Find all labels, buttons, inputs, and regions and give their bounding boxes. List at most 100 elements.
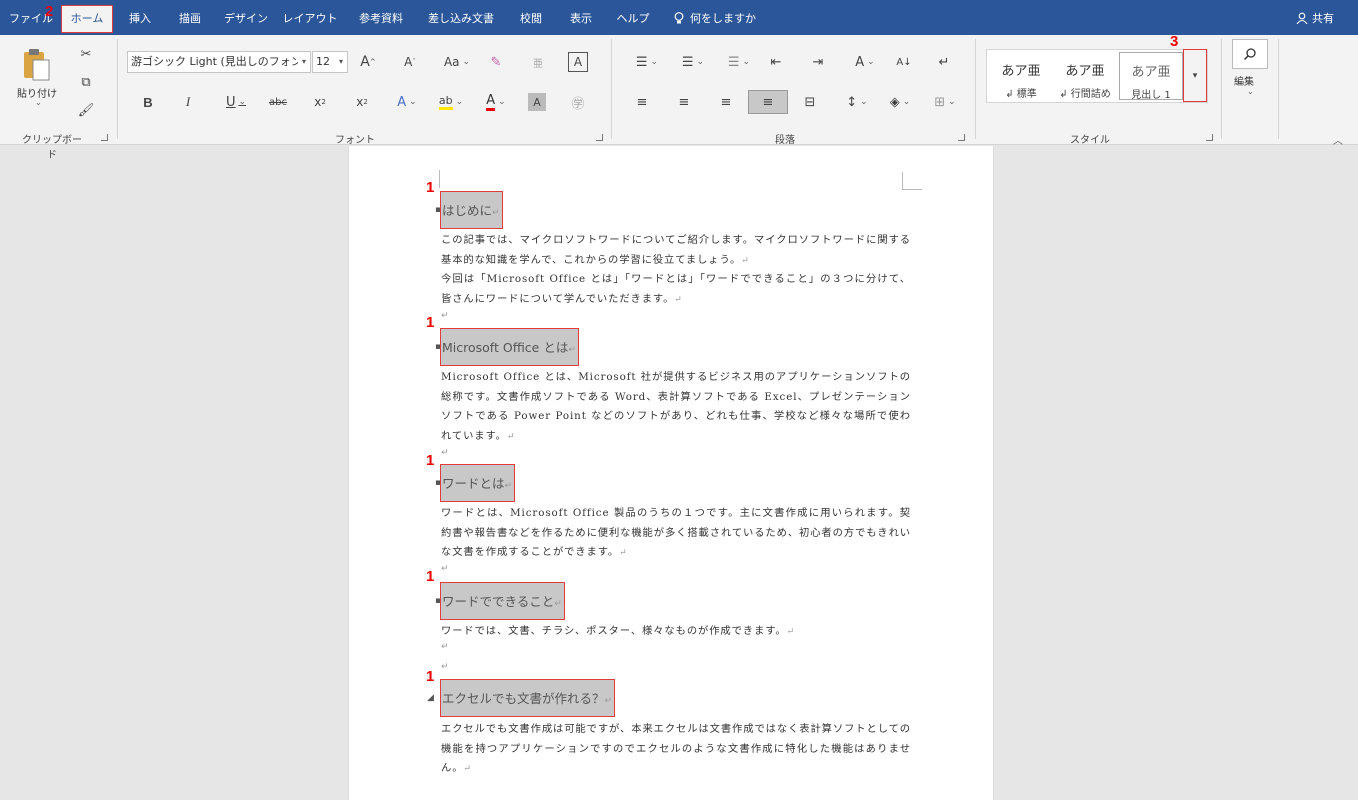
numbering-icon[interactable]: ☰	[676, 53, 710, 71]
paste-dropdown-icon[interactable]: ⌄	[35, 98, 42, 107]
share-button[interactable]: 共有	[1296, 5, 1334, 33]
body-paragraph[interactable]: エクセルでも文書作成は可能ですが、本来エクセルは文書作成ではなく表計算ソフトとし…	[441, 720, 911, 780]
heading-text: Microsoft Office とは	[442, 340, 569, 355]
subscript-button[interactable]: x2	[310, 93, 330, 111]
marker-heading: 1	[426, 314, 435, 331]
phonetic-guide-icon[interactable]: 亜	[528, 53, 548, 71]
align-left-icon[interactable]: ≡	[632, 93, 652, 111]
copy-icon[interactable]: ⧉	[76, 73, 96, 91]
tab-mailings[interactable]: 差し込み文書	[420, 5, 502, 33]
styles-launcher-icon[interactable]	[1206, 134, 1213, 141]
character-border-icon[interactable]: A	[568, 52, 588, 72]
superscript-button[interactable]: x2	[352, 93, 372, 111]
shading-icon[interactable]: ◈	[884, 93, 916, 111]
heading-1[interactable]: ワードとは↵	[440, 464, 516, 502]
chevron-down-icon: ▾	[298, 52, 310, 72]
format-painter-icon[interactable]: 🖌	[76, 101, 96, 119]
align-center-icon[interactable]: ≡	[674, 93, 694, 111]
tab-draw[interactable]: 描画	[168, 5, 212, 33]
tab-review[interactable]: 校閲	[510, 5, 552, 33]
character-shading-icon[interactable]: A	[528, 93, 546, 111]
heading-1[interactable]: エクセルでも文書が作れる？↵	[440, 679, 616, 717]
paragraph-launcher-icon[interactable]	[958, 134, 965, 141]
heading-1[interactable]: Microsoft Office とは↵	[440, 328, 579, 366]
highlight-color-button[interactable]: ab	[434, 93, 468, 111]
cut-icon[interactable]: ✂	[76, 45, 96, 63]
font-name-value: 游ゴシック Light (見出しのフォント - 日	[131, 55, 311, 68]
asian-layout-icon[interactable]: A	[850, 53, 880, 71]
return-mark: ↵	[604, 696, 613, 706]
font-size-combo[interactable]: 12 ▾	[312, 51, 348, 73]
shrink-font-label: A	[404, 55, 413, 69]
tab-references[interactable]: 参考資料	[350, 5, 412, 33]
tab-view[interactable]: 表示	[562, 5, 600, 33]
heading-1[interactable]: ワードでできること↵	[440, 582, 565, 620]
heading-1[interactable]: はじめに↵	[440, 191, 503, 229]
multilevel-list-icon[interactable]: ☰	[722, 53, 756, 71]
heading-text: エクセルでも文書が作れる？	[442, 691, 605, 706]
divider	[1221, 39, 1222, 139]
font-launcher-icon[interactable]	[596, 134, 603, 141]
paste-button[interactable]	[14, 41, 60, 89]
body-paragraph[interactable]: Microsoft Office とは、Microsoft 社が提供するビジネス…	[441, 368, 911, 447]
chevron-down-icon[interactable]: ⌄	[1247, 87, 1254, 96]
style-name: ↲ 行間詰め	[1059, 89, 1111, 100]
styles-group-label: スタイル	[1070, 135, 1110, 146]
collapse-ribbon-icon[interactable]: ︿	[1333, 132, 1343, 147]
editing-button[interactable]	[1232, 39, 1268, 69]
bold-button[interactable]: B	[138, 93, 158, 111]
styles-more-button[interactable]: ▾	[1183, 49, 1207, 102]
collapse-heading-icon[interactable]: ◢	[427, 693, 434, 703]
style-no-spacing[interactable]: あア亜 ↲ 行間詰め	[1053, 52, 1117, 100]
clipboard-launcher-icon[interactable]	[101, 134, 108, 141]
body-paragraph[interactable]: ワードでは、文書、チラシ、ポスター、様々なものが作成できます。↵	[441, 622, 911, 643]
marker-heading: 1	[426, 568, 435, 585]
tab-layout[interactable]: レイアウト	[280, 5, 340, 33]
decrease-indent-icon[interactable]: ⇤	[766, 53, 786, 71]
tab-insert[interactable]: 挿入	[120, 5, 160, 33]
bold-label: B	[143, 94, 153, 110]
grow-font-button[interactable]: A ^	[358, 53, 378, 71]
strikethrough-button[interactable]: abc	[266, 93, 290, 111]
tell-me-search[interactable]: 何をしますか	[674, 5, 756, 33]
style-sample: あア亜	[1131, 65, 1171, 80]
shrink-font-button[interactable]: Aˇ	[400, 53, 420, 71]
show-marks-icon[interactable]: ↵	[934, 53, 954, 71]
return-mark: ↵	[554, 599, 562, 609]
return-mark: ↵	[492, 208, 500, 218]
ribbon-home: 貼り付け ⌄ ✂ ⧉ 🖌 クリップボード 游ゴシック Light (見出しのフォ…	[0, 35, 1358, 161]
style-sample: あア亜	[1065, 64, 1105, 79]
line-spacing-icon[interactable]: ↕	[842, 93, 872, 111]
return-mark: ↵	[568, 345, 576, 355]
font-name-combo[interactable]: 游ゴシック Light (見出しのフォント - 日▾	[127, 51, 311, 73]
tab-design[interactable]: デザイン	[220, 5, 272, 33]
distributed-icon[interactable]: ⊟	[800, 93, 820, 111]
align-right-icon[interactable]: ≡	[716, 93, 736, 111]
body-paragraph[interactable]: この記事では、マイクロソフトワードについてご紹介します。マイクロソフトワードに関…	[441, 231, 911, 271]
clear-formatting-icon[interactable]: ✎	[486, 53, 506, 71]
font-color-button[interactable]: A	[478, 93, 514, 111]
italic-button[interactable]: I	[178, 93, 198, 111]
return-mark: ↵	[786, 627, 796, 637]
sort-icon[interactable]: A↓	[894, 53, 914, 71]
divider	[1278, 39, 1279, 139]
increase-indent-icon[interactable]: ⇥	[808, 53, 828, 71]
italic-label: I	[185, 94, 191, 109]
tab-help[interactable]: ヘルプ	[610, 5, 656, 33]
bullets-icon[interactable]: ☰	[630, 53, 664, 71]
editing-label: 編集	[1234, 77, 1254, 88]
lightbulb-icon	[674, 12, 684, 24]
enclose-characters-icon[interactable]: ㊫	[568, 93, 588, 112]
change-case-button[interactable]: Aa	[442, 53, 472, 71]
borders-icon[interactable]: ⊞	[928, 93, 962, 111]
document-page[interactable]: ▪ はじめに↵ この記事では、マイクロソフトワードについてご紹介します。マイクロ…	[348, 146, 994, 800]
body-paragraph[interactable]: 今回は「Microsoft Office とは」「ワードとは」「ワードでできるこ…	[441, 270, 911, 310]
body-paragraph[interactable]: ワードとは、Microsoft Office 製品のうちの１つです。主に文書作成…	[441, 504, 911, 564]
style-normal[interactable]: あア亜 ↲ 標準	[989, 52, 1053, 100]
text-effects-icon[interactable]: A	[394, 93, 420, 111]
style-heading-1[interactable]: あア亜 見出し 1	[1119, 52, 1183, 101]
marker-heading: 1	[426, 668, 435, 685]
justify-icon[interactable]: ≡	[748, 90, 788, 114]
tab-home[interactable]: ホーム	[61, 5, 113, 33]
underline-button[interactable]: U	[218, 93, 254, 111]
